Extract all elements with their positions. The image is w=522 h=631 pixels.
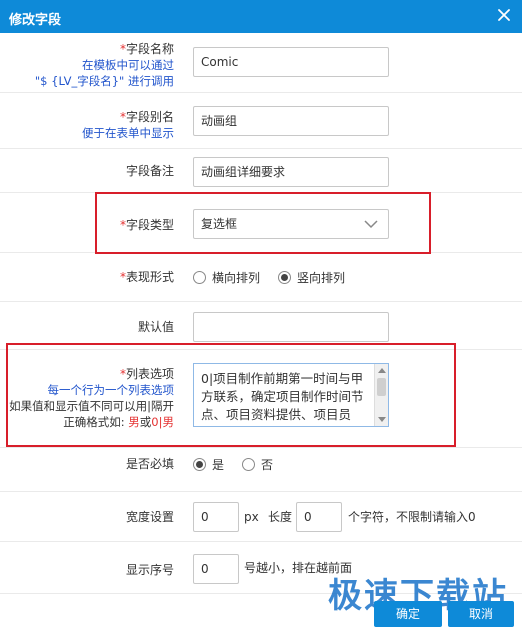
row-field-width: 宽度设置 0 px 长度 0 个字符，不限制请输入0 [0,492,522,542]
field-length-label: 长度 [268,510,293,524]
dialog-title: 修改字段 [9,13,62,28]
highlight-box-options [6,343,456,447]
field-required-label: 是否必填 [125,457,174,471]
field-display-label: *表现形式 [119,270,174,284]
field-order-label: 显示序号 [125,563,174,577]
field-name-input[interactable]: Comic [193,47,389,77]
field-remark-label: 字段备注 [125,164,174,178]
radio-icon [242,458,256,471]
field-length-hint: 个字符，不限制请输入0 [348,510,476,524]
row-field-alias: *字段别名 便于在表单中显示 动画组 [0,93,522,149]
cancel-button[interactable]: 取消 [448,601,514,627]
ok-button[interactable]: 确定 [374,601,442,627]
field-width-input[interactable]: 0 [193,502,239,532]
close-icon[interactable] [496,7,512,23]
field-width-label: 宽度设置 [125,510,174,524]
field-alias-input[interactable]: 动画组 [193,106,389,136]
field-remark-input[interactable]: 动画组详细要求 [193,157,389,187]
field-alias-label: *字段别名 便于在表单中显示 [82,110,174,140]
required-option-no[interactable]: 否 [242,456,273,473]
field-default-input[interactable] [193,312,389,342]
field-length-input[interactable]: 0 [296,502,342,532]
radio-checked-icon [193,458,206,471]
highlight-box-type [95,192,431,254]
radio-icon [193,271,206,284]
display-option-horizontal[interactable]: 横向排列 [193,269,260,286]
radio-checked-icon [278,271,292,284]
row-field-required: 是否必填 是 否 [0,448,522,492]
row-field-display: *表现形式 横向排列 竖向排列 [0,253,522,302]
field-name-label: *字段名称 在模板中可以通过 "$ {LV_字段名}" 进行调用 [34,42,174,88]
dialog-titlebar: 修改字段 [0,0,522,33]
required-radio-group: 是 否 [193,456,291,473]
required-option-yes[interactable]: 是 [193,456,224,473]
field-order-input[interactable]: 0 [193,554,239,584]
field-width-unit: px [244,510,259,524]
row-field-name: *字段名称 在模板中可以通过 "$ {LV_字段名}" 进行调用 Comic [0,33,522,93]
row-field-remark: 字段备注 动画组详细要求 [0,149,522,193]
field-default-label: 默认值 [137,320,174,334]
display-radio-group: 横向排列 竖向排列 [193,269,363,286]
display-option-vertical[interactable]: 竖向排列 [278,269,345,286]
